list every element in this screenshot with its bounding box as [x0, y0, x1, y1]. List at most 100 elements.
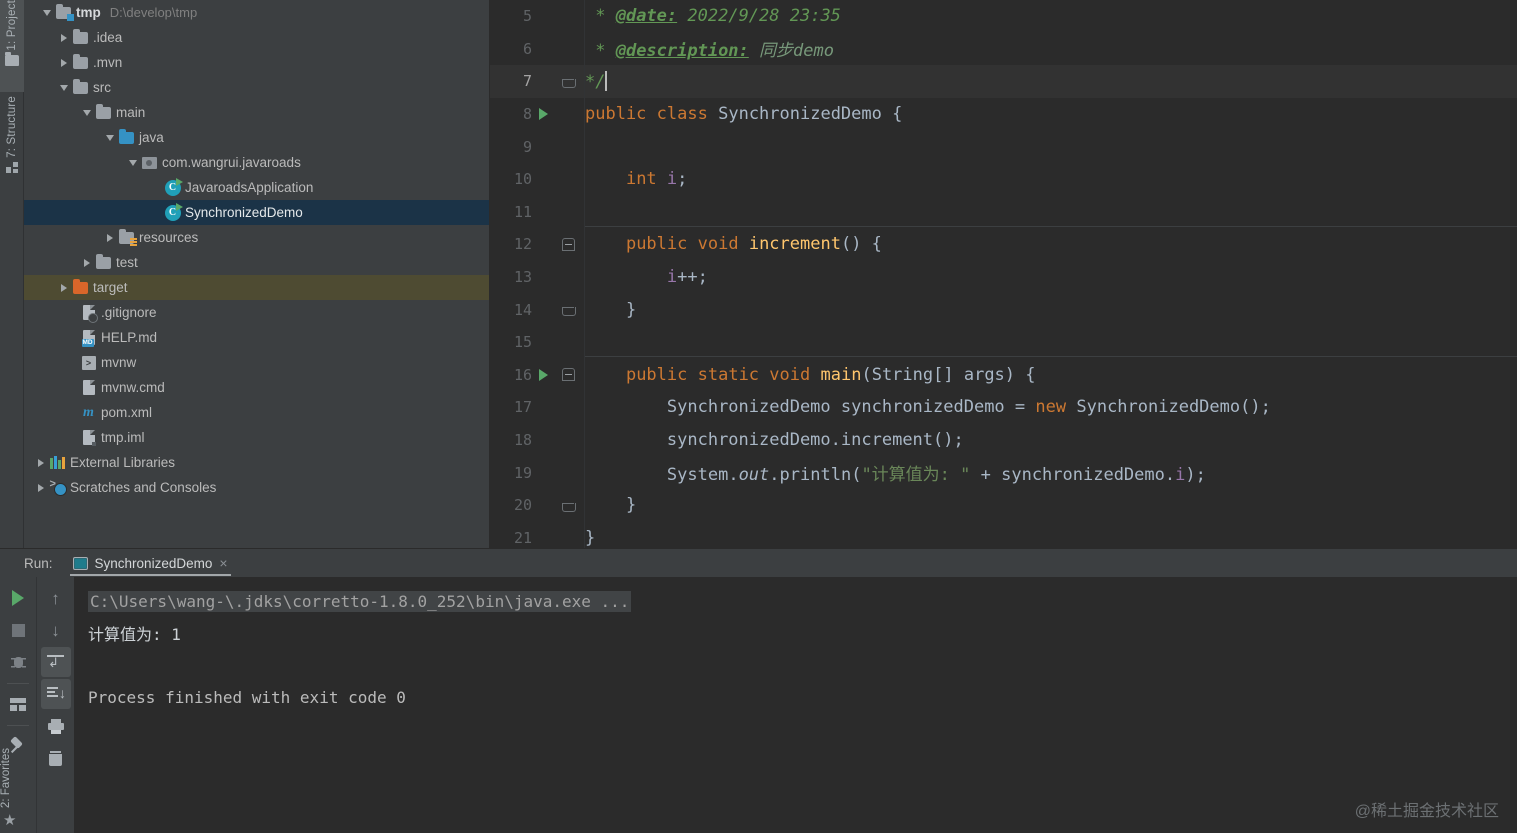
- editor-gutter[interactable]: 5: [490, 0, 585, 33]
- fold-region-end-icon[interactable]: [554, 75, 582, 88]
- tree-row-root[interactable]: tmp D:\develop\tmp: [24, 0, 489, 25]
- tree-row-src[interactable]: src: [24, 75, 489, 100]
- code-line[interactable]: 15: [490, 325, 1517, 359]
- chevron-down-icon[interactable]: [102, 125, 117, 150]
- code-line[interactable]: 20 }: [490, 488, 1517, 522]
- code-line[interactable]: 12 public void increment() {: [490, 228, 1517, 261]
- fold-collapse-icon[interactable]: [554, 368, 582, 382]
- run-toolbar-right: ↑ ↓: [36, 577, 74, 833]
- code-line[interactable]: 5 * @date: 2022/9/28 23:35: [490, 0, 1517, 33]
- soft-wrap-button[interactable]: [40, 647, 71, 677]
- down-button[interactable]: ↓: [41, 615, 71, 645]
- tree-row-resources[interactable]: resources: [24, 225, 489, 250]
- editor-gutter[interactable]: 14: [490, 293, 585, 326]
- editor-gutter[interactable]: 19: [490, 456, 585, 489]
- tree-row-mvnw[interactable]: > mvnw: [24, 350, 489, 375]
- tree-row-package[interactable]: com.wangrui.javaroads: [24, 150, 489, 175]
- tree-row-target[interactable]: target: [24, 275, 489, 300]
- code-line[interactable]: 14 }: [490, 293, 1517, 326]
- fold-collapse-icon[interactable]: [554, 237, 582, 251]
- editor-gutter[interactable]: 12: [490, 228, 585, 261]
- star-icon[interactable]: ★: [3, 811, 16, 829]
- chevron-down-icon[interactable]: [79, 100, 94, 125]
- tree-row-javaroads-application[interactable]: C JavaroadsApplication: [24, 175, 489, 200]
- editor-gutter[interactable]: 8: [490, 97, 585, 131]
- layout-button[interactable]: [3, 689, 33, 719]
- rerun-button[interactable]: [3, 583, 33, 613]
- tree-row-external-libraries[interactable]: External Libraries: [24, 450, 489, 475]
- editor-gutter[interactable]: 20: [490, 488, 585, 522]
- tree-row-gitignore[interactable]: .gitignore: [24, 300, 489, 325]
- code-line[interactable]: 10 int i;: [490, 162, 1517, 196]
- code-line-current[interactable]: 7 */: [490, 65, 1517, 98]
- up-button[interactable]: ↑: [41, 583, 71, 613]
- console-output[interactable]: C:\Users\wang-\.jdks\corretto-1.8.0_252\…: [74, 577, 1517, 833]
- code-line[interactable]: 19 System.out.println("计算值为: " + synchro…: [490, 456, 1517, 489]
- module-file-icon: [79, 425, 98, 450]
- debug-button[interactable]: [3, 647, 33, 677]
- editor-gutter[interactable]: 7: [490, 65, 585, 98]
- tree-row-help-md[interactable]: MD HELP.md: [24, 325, 489, 350]
- chevron-down-icon[interactable]: [39, 0, 54, 25]
- tree-row-tmp-iml[interactable]: tmp.iml: [24, 425, 489, 450]
- chevron-down-icon[interactable]: [125, 150, 140, 175]
- project-tool-window[interactable]: tmp D:\develop\tmp .idea .mvn src main j…: [24, 0, 490, 548]
- code-line[interactable]: 17 SynchronizedDemo synchronizedDemo = n…: [490, 391, 1517, 424]
- tree-row-pom-xml[interactable]: m pom.xml: [24, 400, 489, 425]
- editor-gutter[interactable]: 15: [490, 325, 585, 359]
- run-tab-synchronized-demo[interactable]: SynchronizedDemo ×: [67, 549, 234, 577]
- chevron-right-icon[interactable]: [56, 50, 71, 75]
- code-line[interactable]: 6 * @description: 同步demo: [490, 32, 1517, 66]
- editor-gutter[interactable]: 16: [490, 358, 585, 392]
- chevron-right-icon[interactable]: [79, 250, 94, 275]
- code-line[interactable]: 21 }: [490, 521, 1517, 548]
- stop-button[interactable]: [3, 615, 33, 645]
- chevron-down-icon[interactable]: [56, 75, 71, 100]
- tool-window-button-favorites[interactable]: 2: Favorites: [0, 748, 24, 811]
- code-line[interactable]: 9: [490, 130, 1517, 163]
- editor-gutter[interactable]: 11: [490, 195, 585, 229]
- editor-gutter[interactable]: 9: [490, 130, 585, 163]
- console-output-text: 计算值为: 1: [88, 625, 181, 644]
- code-line[interactable]: 16 public static void main(String[] args…: [490, 358, 1517, 392]
- fold-region-end-icon[interactable]: [554, 303, 582, 317]
- code-editor[interactable]: 5 * @date: 2022/9/28 23:35 6 * @descript…: [490, 0, 1517, 548]
- chevron-right-icon[interactable]: [56, 25, 71, 50]
- tool-window-label-favorites: 2: Favorites: [0, 747, 12, 808]
- scroll-to-end-button[interactable]: [40, 679, 71, 709]
- chevron-right-icon[interactable]: [33, 450, 48, 475]
- tree-row-mvn[interactable]: .mvn: [24, 50, 489, 75]
- intellij-idea-window: 1: Project 7: Structure tmp D:\develop\t…: [0, 0, 1517, 833]
- run-main-gutter-icon[interactable]: [532, 368, 554, 381]
- field-name: i: [666, 267, 678, 288]
- chevron-right-icon[interactable]: [56, 275, 71, 300]
- line-number-current: 7: [522, 72, 532, 91]
- chevron-right-icon[interactable]: [102, 225, 117, 250]
- editor-gutter[interactable]: 21: [490, 521, 585, 548]
- run-class-gutter-icon[interactable]: [532, 108, 554, 121]
- tool-window-button-project[interactable]: 1: Project: [0, 0, 24, 92]
- tree-row-idea[interactable]: .idea: [24, 25, 489, 50]
- print-button[interactable]: [41, 711, 71, 741]
- close-icon[interactable]: ×: [219, 555, 227, 571]
- tree-row-scratches-and-consoles[interactable]: Scratches and Consoles: [24, 475, 489, 500]
- code-line[interactable]: 13 i++;: [490, 260, 1517, 294]
- editor-gutter[interactable]: 13: [490, 260, 585, 294]
- tool-window-button-structure[interactable]: 7: Structure: [0, 96, 24, 214]
- tree-row-main[interactable]: main: [24, 100, 489, 125]
- tree-row-synchronized-demo[interactable]: C SynchronizedDemo: [24, 200, 489, 225]
- editor-gutter[interactable]: 10: [490, 162, 585, 196]
- editor-gutter[interactable]: 18: [490, 423, 585, 457]
- chevron-right-icon[interactable]: [33, 475, 48, 500]
- fold-region-end-icon[interactable]: [554, 499, 582, 512]
- tree-row-test[interactable]: test: [24, 250, 489, 275]
- tree-row-java[interactable]: java: [24, 125, 489, 150]
- code-line[interactable]: 18 synchronizedDemo.increment();: [490, 423, 1517, 457]
- tree-row-mvnw-cmd[interactable]: mvnw.cmd: [24, 375, 489, 400]
- keyword: class: [656, 104, 708, 125]
- code-line[interactable]: 11: [490, 195, 1517, 229]
- clear-all-button[interactable]: [41, 743, 71, 773]
- editor-gutter[interactable]: 6: [490, 32, 585, 66]
- code-line[interactable]: 8 public class SynchronizedDemo {: [490, 97, 1517, 131]
- editor-gutter[interactable]: 17: [490, 391, 585, 424]
